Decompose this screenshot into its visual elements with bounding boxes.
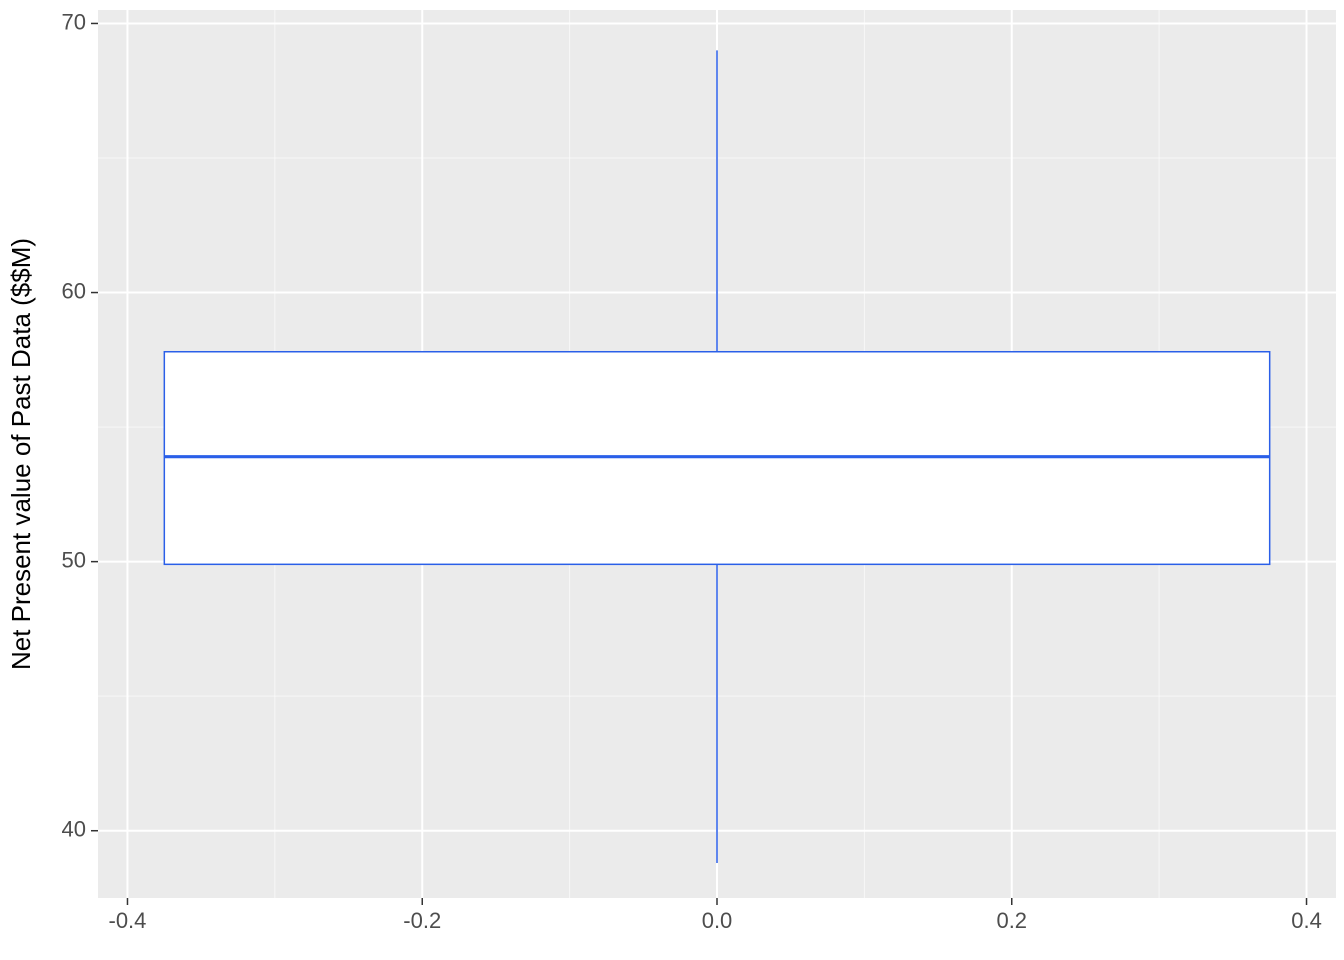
x-tick-label: 0.4 — [1291, 908, 1322, 933]
boxplot-chart: 40 50 60 70 -0.4 -0.2 0.0 0.2 0.4 Net Present val… — [0, 0, 1344, 960]
x-tick-label: 0.2 — [996, 908, 1027, 933]
plot-svg: 40 50 60 70 -0.4 -0.2 0.0 0.2 0.4 Net Present val… — [0, 0, 1344, 960]
x-tick-label: 0.0 — [702, 908, 733, 933]
y-axis-title: Net Present value of Past Data ($$M) — [6, 238, 36, 670]
y-tick-label: 60 — [62, 278, 86, 303]
x-tick-label: -0.2 — [403, 908, 441, 933]
y-tick-label: 70 — [62, 9, 86, 34]
y-tick-label: 50 — [62, 547, 86, 572]
x-tick-label: -0.4 — [109, 908, 147, 933]
y-tick-label: 40 — [62, 817, 86, 842]
